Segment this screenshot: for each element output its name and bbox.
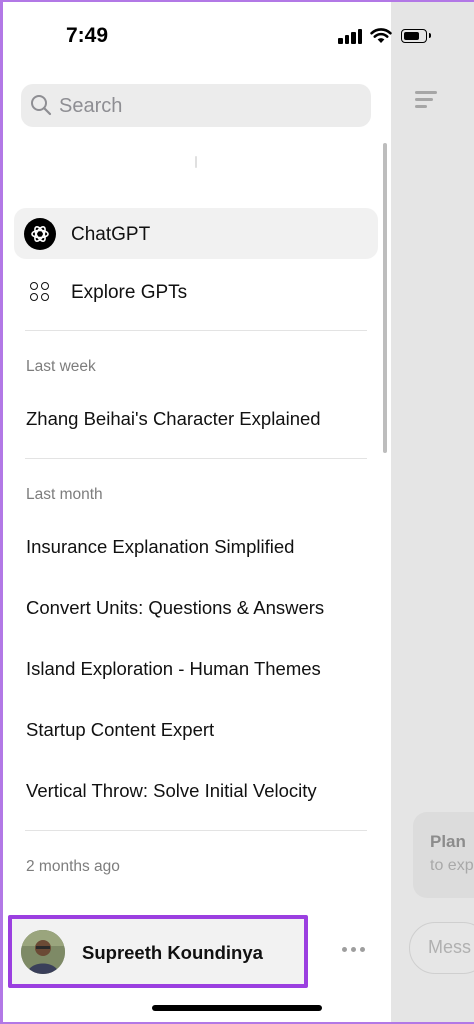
avatar xyxy=(21,930,65,974)
profile-button[interactable]: Supreeth Koundinya xyxy=(8,915,308,988)
chat-history-item[interactable]: Zhang Beihai's Character Explained xyxy=(26,408,321,430)
chat-history-item[interactable]: Vertical Throw: Solve Initial Velocity xyxy=(26,780,317,802)
chat-history-item[interactable]: Insurance Explanation Simplified xyxy=(26,536,294,558)
section-label-last-month: Last month xyxy=(26,486,103,503)
home-indicator xyxy=(152,1005,322,1011)
section-label-last-week: Last week xyxy=(26,358,96,375)
scrollbar[interactable] xyxy=(383,143,387,453)
more-options-icon[interactable] xyxy=(340,942,368,958)
nav-label-chatgpt: ChatGPT xyxy=(71,224,151,245)
chat-history-item[interactable]: Startup Content Expert xyxy=(26,719,214,741)
chat-history-item[interactable]: Island Exploration - Human Themes xyxy=(26,658,321,680)
search-placeholder: Search xyxy=(59,95,123,117)
divider xyxy=(25,458,367,459)
chatgpt-logo-icon xyxy=(24,218,56,250)
status-time: 7:49 xyxy=(66,24,109,47)
chat-history-item[interactable]: Convert Units: Questions & Answers xyxy=(26,597,324,619)
wifi-icon xyxy=(370,28,392,43)
profile-name: Supreeth Koundinya xyxy=(82,942,263,963)
nav-item-explore-gpts[interactable]: Explore GPTs xyxy=(14,268,378,316)
pull-indicator xyxy=(195,156,197,168)
search-icon xyxy=(31,95,52,116)
chat-panel-overlay[interactable]: Plan to exp Mess xyxy=(391,0,474,1024)
search-bar[interactable]: Search xyxy=(21,84,371,127)
cellular-signal-icon xyxy=(338,28,364,44)
suggestion-subtitle: to exp xyxy=(430,857,474,874)
nav-item-chatgpt[interactable]: ChatGPT xyxy=(14,208,378,259)
battery-icon xyxy=(401,29,431,43)
message-input[interactable]: Mess xyxy=(409,922,474,974)
divider xyxy=(25,830,367,831)
suggestion-card[interactable]: Plan to exp xyxy=(413,812,474,898)
section-label-2-months-ago: 2 months ago xyxy=(26,858,120,875)
grid-icon xyxy=(30,282,50,302)
menu-icon[interactable] xyxy=(415,88,441,110)
nav-label-explore: Explore GPTs xyxy=(71,282,188,303)
divider xyxy=(25,330,367,331)
suggestion-title: Plan xyxy=(430,832,466,851)
